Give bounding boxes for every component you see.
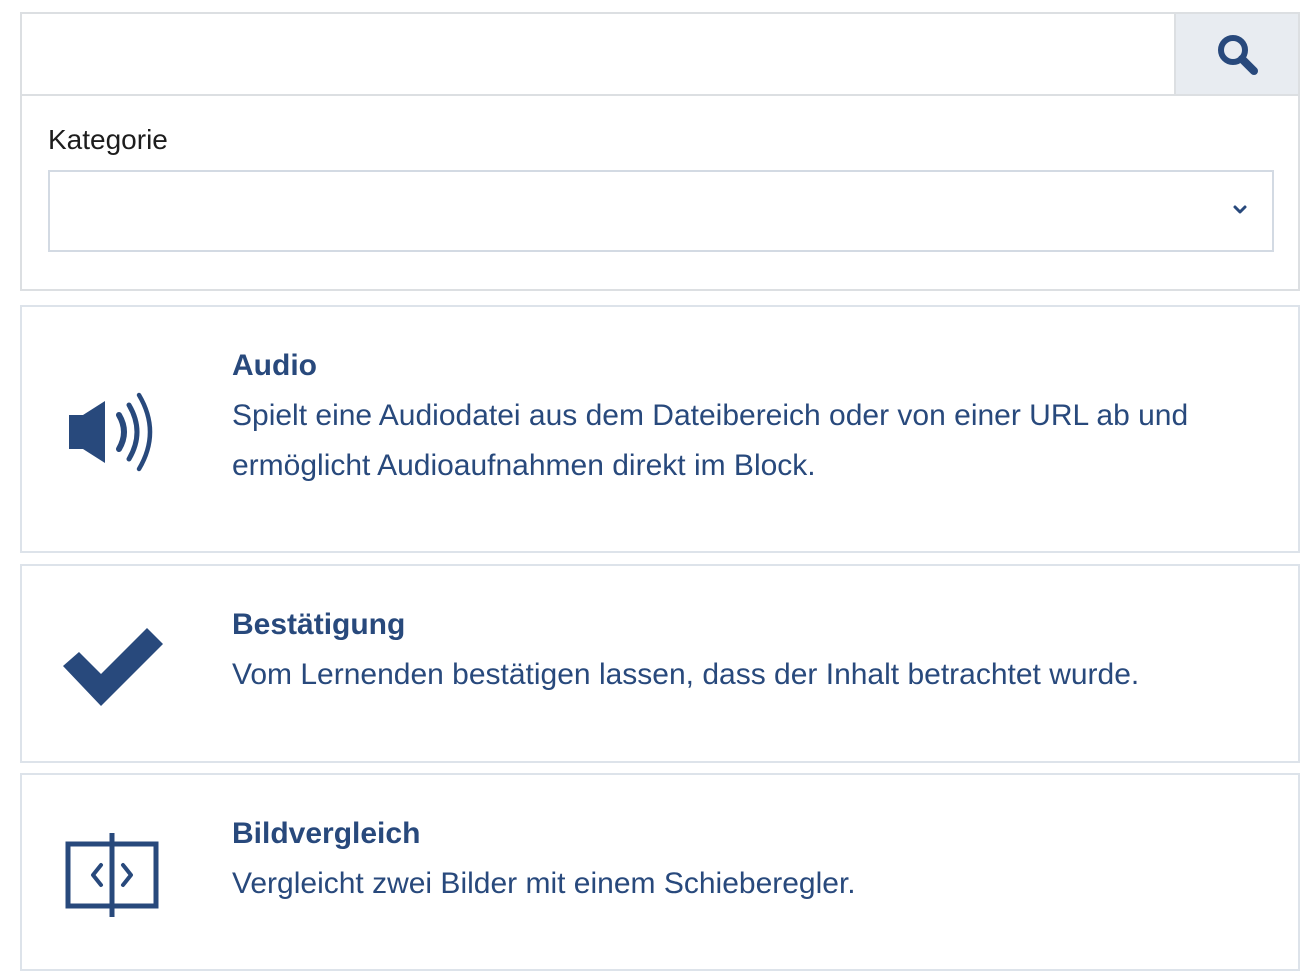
block-item-bestaetigung[interactable]: Bestätigung Vom Lernenden bestätigen las… [20,564,1300,763]
chevron-down-icon [1233,205,1247,214]
search-button[interactable] [1174,14,1298,94]
block-item-audio[interactable]: Audio Spielt eine Audiodatei aus dem Dat… [20,305,1300,553]
search-panel: Kategorie [20,12,1300,291]
block-title: Bildvergleich [232,817,421,850]
checkmark-icon [52,610,172,720]
category-label: Kategorie [48,124,168,155]
block-item-bildvergleich[interactable]: Bildvergleich Vergleicht zwei Bilder mit… [20,773,1300,971]
block-title: Audio [232,349,317,382]
block-title: Bestätigung [232,608,406,641]
block-description: Vergleicht zwei Bilder mit einem Schiebe… [232,867,856,900]
search-row [22,14,1298,96]
category-select[interactable] [48,170,1274,252]
speaker-icon [52,377,172,487]
search-input[interactable] [22,14,1174,94]
image-compare-icon [52,819,172,929]
block-description: Vom Lernenden bestätigen lassen, dass de… [232,658,1140,691]
block-description: Spielt eine Audiodatei aus dem Dateibere… [232,399,1189,482]
search-icon [1218,35,1258,75]
